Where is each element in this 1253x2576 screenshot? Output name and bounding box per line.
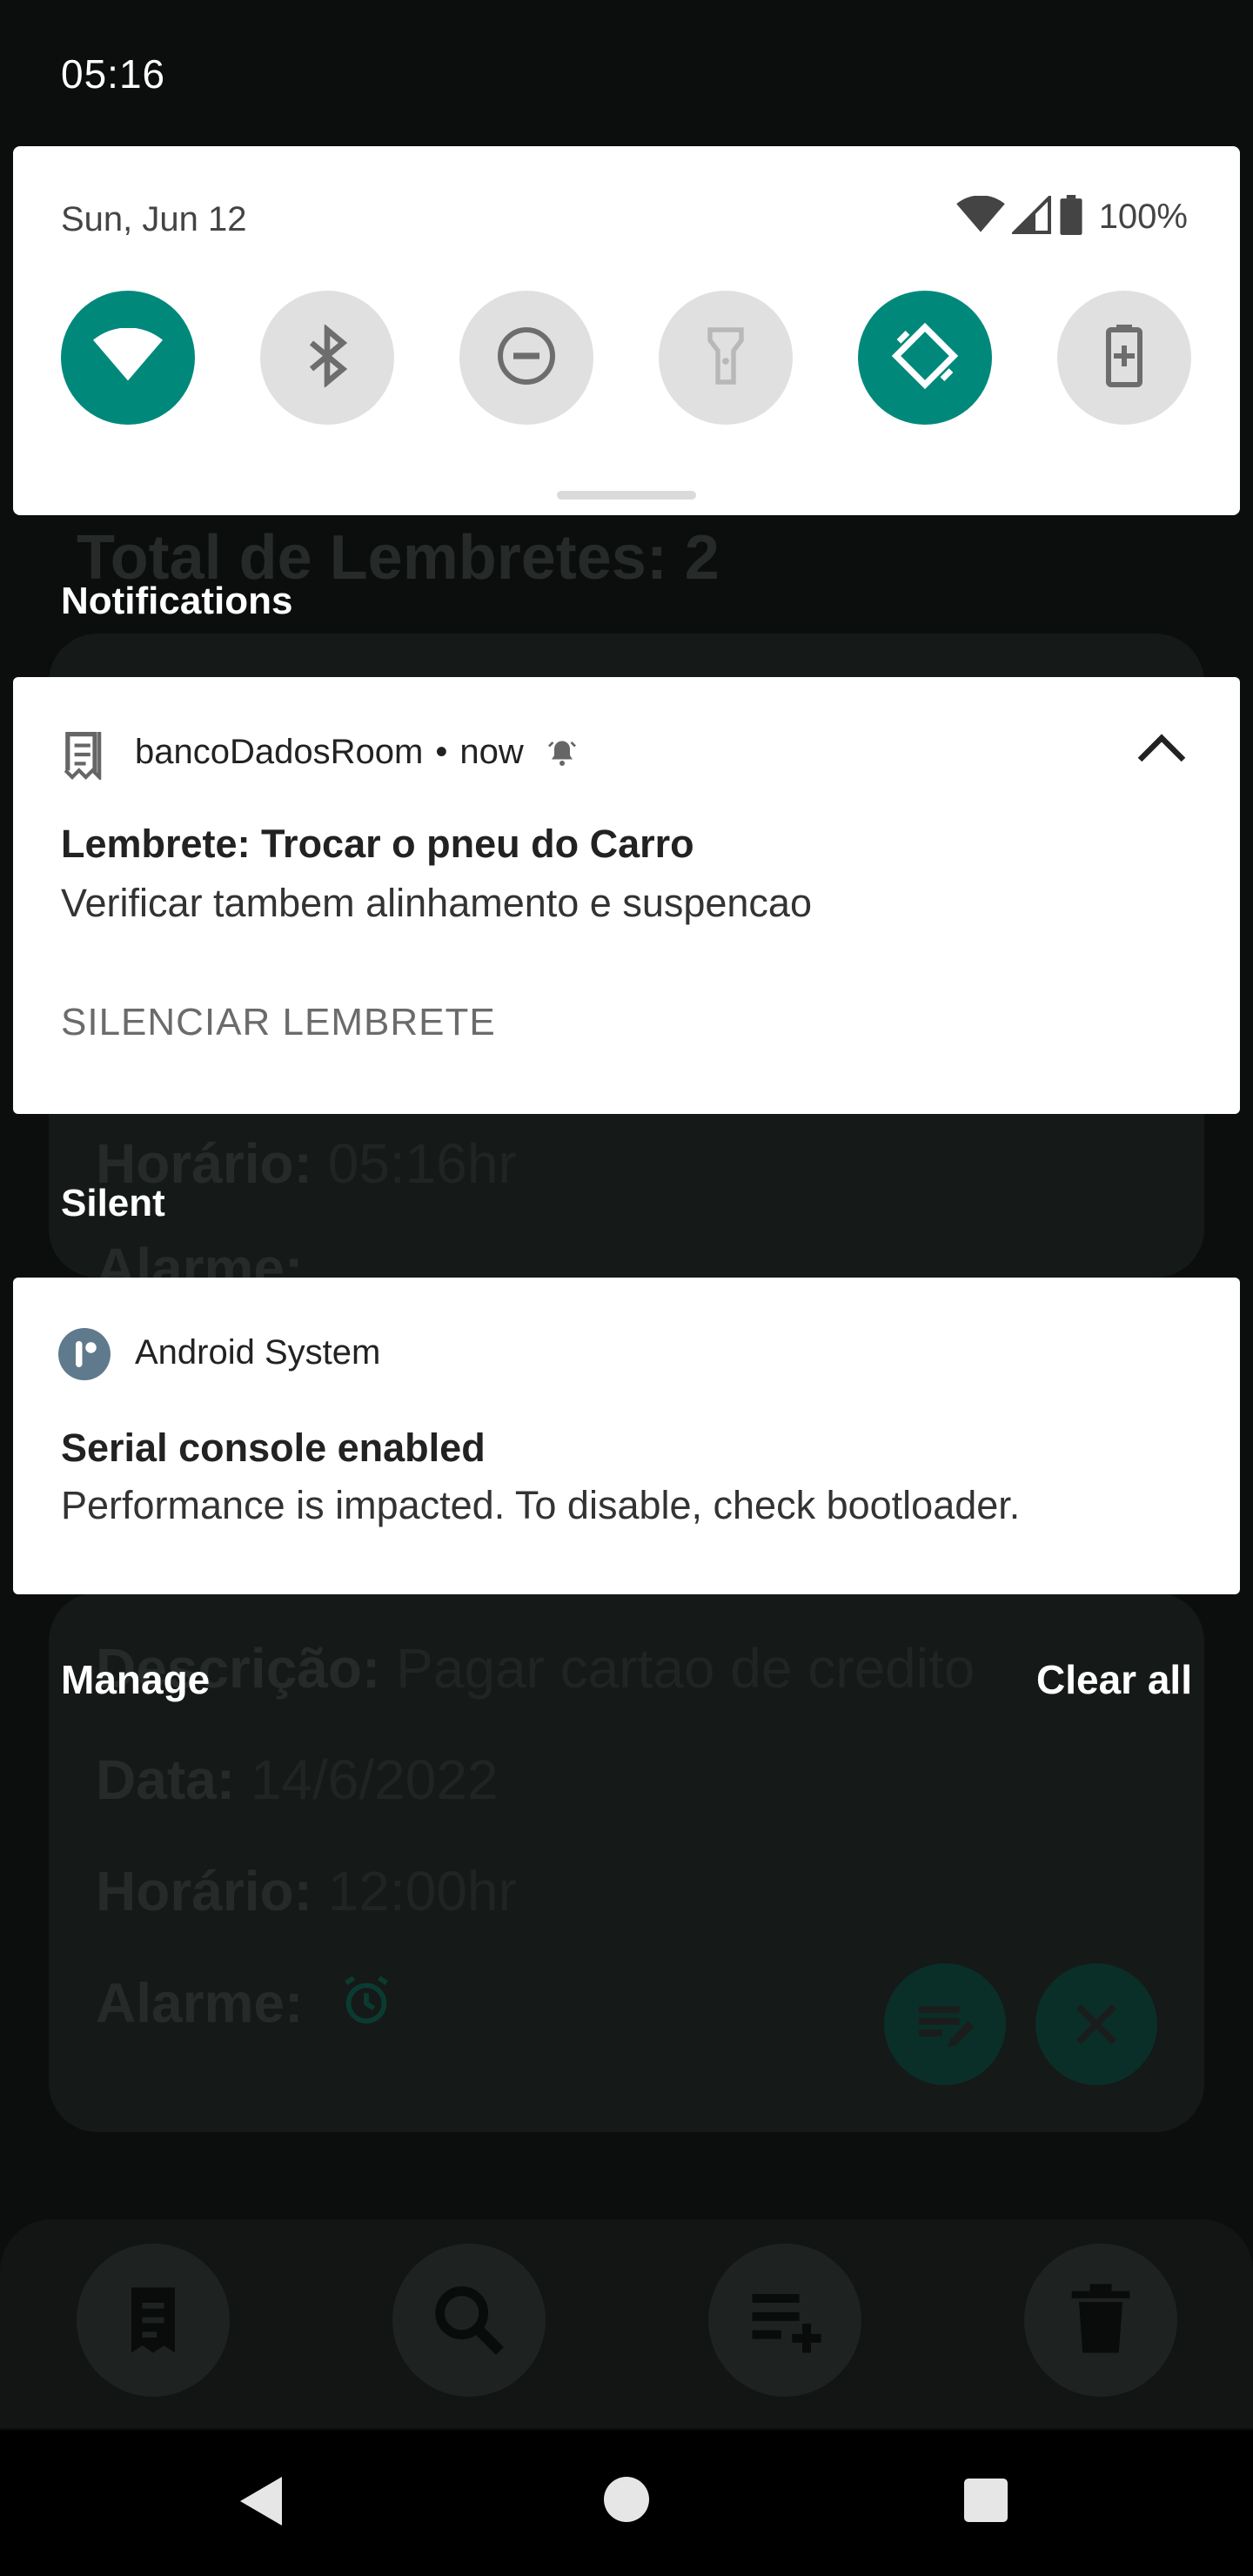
- battery-saver-icon: [1104, 324, 1144, 392]
- manage-button[interactable]: Manage: [61, 1656, 210, 1703]
- cell-signal-icon: [1009, 193, 1052, 238]
- notification-header-2: Android System: [135, 1333, 380, 1372]
- bg-card1-time-value: 05:16hr: [327, 1132, 517, 1195]
- battery-icon: [1059, 195, 1083, 239]
- alarm-clock-icon: [336, 1970, 397, 2044]
- qs-drag-handle[interactable]: [557, 491, 696, 500]
- bg-card2-time-label: Horário:: [96, 1860, 312, 1922]
- notification-header: bancoDadosRoom • now: [135, 733, 578, 772]
- status-bar-time: 05:16: [61, 51, 166, 97]
- section-notifications-title: Notifications: [61, 580, 293, 622]
- qs-tile-bluetooth[interactable]: [260, 291, 394, 425]
- notification-text-2: Performance is impacted. To disable, che…: [61, 1483, 1021, 1527]
- home-icon[interactable]: [604, 2477, 649, 2526]
- receipt-icon: [61, 729, 106, 784]
- clear-all-button[interactable]: Clear all: [1036, 1656, 1192, 1703]
- navigation-bar: [0, 2430, 1253, 2576]
- notification-title-2: Serial console enabled: [61, 1426, 486, 1470]
- notification-app-name: bancoDadosRoom: [135, 733, 424, 771]
- battery-percentage: 100%: [1098, 198, 1188, 236]
- bg-search-icon: [392, 2244, 546, 2397]
- auto-rotate-icon: [890, 321, 960, 395]
- notification-android-system[interactable]: Android System Serial console enabled Pe…: [13, 1278, 1240, 1594]
- bg-card2-date-label: Data:: [96, 1748, 236, 1811]
- bg-card2-time-value: 12:00hr: [327, 1860, 517, 1922]
- qs-tile-flashlight[interactable]: [659, 291, 793, 425]
- qs-tile-do-not-disturb[interactable]: [459, 291, 593, 425]
- qs-date[interactable]: Sun, Jun 12: [61, 200, 247, 239]
- do-not-disturb-icon: [495, 325, 558, 392]
- bluetooth-icon: [301, 323, 353, 392]
- wifi-icon: [93, 326, 163, 388]
- qs-tile-auto-rotate[interactable]: [858, 291, 992, 425]
- bg-card2-time: Horário: 12:00hr: [96, 1859, 517, 1923]
- notification-separator: •: [435, 733, 448, 771]
- notification-app-name-2: Android System: [135, 1333, 381, 1372]
- silence-reminder-button[interactable]: SILENCIAR LEMBRETE: [61, 1001, 496, 1044]
- wifi-signal-icon: [955, 195, 1005, 238]
- notification-time: now: [459, 733, 524, 771]
- qs-tile-battery-saver[interactable]: [1057, 291, 1191, 425]
- android-system-icon: [58, 1328, 111, 1385]
- quick-settings-panel: Sun, Jun 12 100%: [13, 146, 1240, 515]
- bg-receipt-icon: [77, 2244, 230, 2397]
- bg-card2-alarm: Alarme:: [96, 1970, 397, 2044]
- notification-text: Verificar tambem alinhamento e suspencao: [61, 881, 812, 925]
- qs-status-icons: 100%: [955, 193, 1188, 239]
- bg-card2-desc-value: Pagar cartao de credito: [396, 1637, 975, 1700]
- bg-card2-description: Descrição: Pagar cartao de credito: [96, 1636, 975, 1701]
- bg-playlist-add-icon: [708, 2244, 861, 2397]
- recents-icon[interactable]: [964, 2479, 1008, 2526]
- bg-card2-date: Data: 14/6/2022: [96, 1748, 499, 1812]
- bg-card2-date-value: 14/6/2022: [250, 1748, 499, 1811]
- back-icon[interactable]: [237, 2473, 285, 2533]
- qs-tile-wifi[interactable]: [61, 291, 195, 425]
- bg-card2-alarm-label: Alarme:: [96, 1971, 304, 2035]
- alarm-bell-icon: [546, 737, 578, 768]
- notification-title: Lembrete: Trocar o pneu do Carro: [61, 822, 694, 866]
- bg-delete-reminder-button: [1035, 1963, 1157, 2085]
- bg-trash-icon: [1024, 2244, 1177, 2397]
- collapse-chevron-icon[interactable]: [1136, 729, 1188, 768]
- flashlight-icon: [704, 325, 747, 392]
- bg-edit-reminder-button: [884, 1963, 1006, 2085]
- notification-reminder[interactable]: bancoDadosRoom • now Lembrete: Trocar o …: [13, 677, 1240, 1114]
- section-silent-title: Silent: [61, 1182, 165, 1224]
